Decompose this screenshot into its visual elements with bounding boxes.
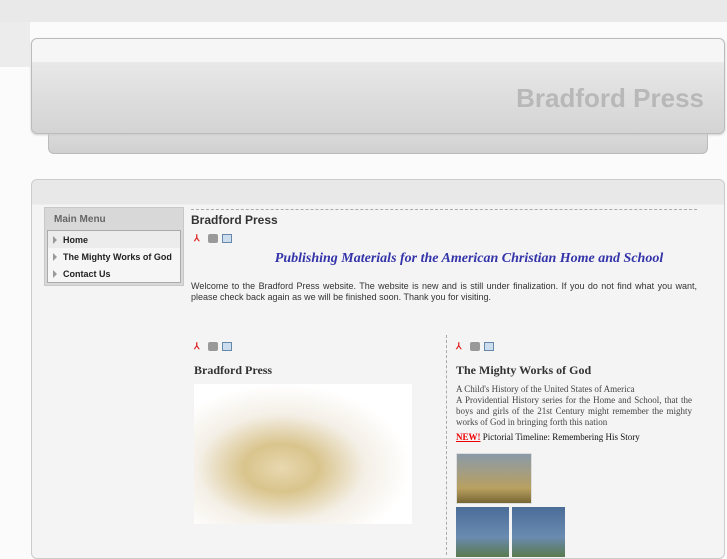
menu-title: Main Menu (54, 214, 106, 225)
children-reading-illustration (194, 384, 412, 524)
pdf-icon[interactable]: ⅄ (456, 342, 466, 351)
book-cover-thumbnail[interactable] (512, 507, 565, 557)
email-icon[interactable] (484, 342, 494, 351)
content-area: Bradford Press ⅄ Publishing Materials fo… (191, 209, 697, 303)
new-text: Pictorial Timeline: Remembering His Stor… (480, 432, 640, 442)
page-title: Bradford Press (191, 213, 278, 227)
menu-item-label: Contact Us (63, 268, 111, 279)
arrow-icon (53, 252, 57, 261)
menu-item-label: The Mighty Works of God (63, 251, 172, 262)
print-icon[interactable] (208, 342, 218, 351)
email-icon[interactable] (222, 234, 232, 243)
arrow-icon (53, 235, 57, 244)
site-header: Bradford Press (31, 38, 725, 134)
pdf-icon[interactable]: ⅄ (194, 342, 204, 351)
arrow-icon (53, 269, 57, 278)
article-subtitle: A Child's History of the United States o… (456, 384, 635, 394)
main-menu: Main Menu Home The Mighty Works of God C… (44, 207, 184, 286)
menu-item-contact[interactable]: Contact Us (48, 265, 180, 282)
timeline-thumbnail[interactable] (456, 453, 532, 504)
menu-item-mighty-works[interactable]: The Mighty Works of God (48, 248, 180, 265)
pdf-icon[interactable]: ⅄ (194, 234, 204, 243)
print-icon[interactable] (208, 234, 218, 243)
left-article: ⅄ Bradford Press (194, 335, 434, 524)
email-icon[interactable] (222, 342, 232, 351)
top-band (0, 0, 727, 22)
welcome-text: Welcome to the Bradford Press website. T… (191, 281, 697, 302)
side-band (0, 22, 30, 67)
print-icon[interactable] (470, 342, 480, 351)
menu-item-label: Home (63, 234, 89, 245)
new-link[interactable]: NEW! (456, 432, 481, 442)
site-title: Bradford Press (516, 83, 704, 113)
article-title: The Mighty Works of God (456, 363, 592, 377)
book-cover-thumbnail[interactable] (456, 507, 509, 557)
article-description: A Providential History series for the Ho… (456, 395, 692, 427)
tagline: Publishing Materials for the American Ch… (274, 251, 664, 266)
right-article: ⅄ The Mighty Works of God A Child's Hist… (446, 335, 696, 557)
article-title: Bradford Press (194, 363, 273, 377)
menu-item-home[interactable]: Home (48, 231, 180, 248)
